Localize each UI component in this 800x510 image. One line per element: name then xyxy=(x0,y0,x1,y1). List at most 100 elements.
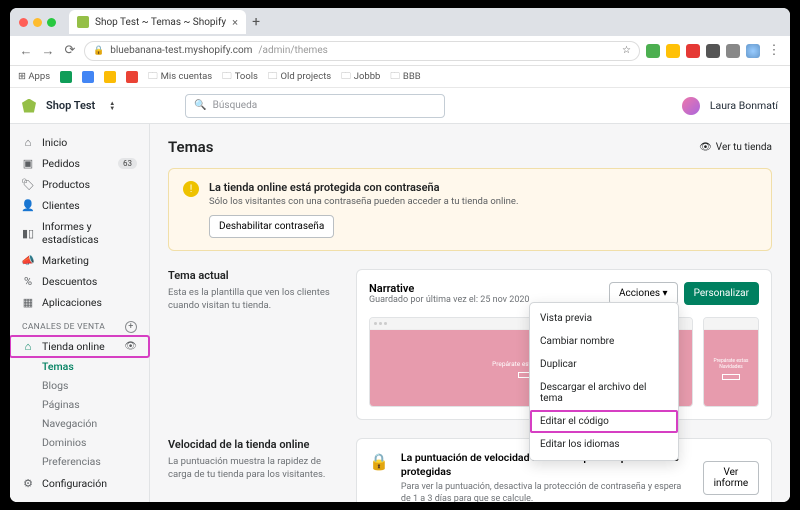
disable-password-button[interactable]: Deshabilitar contraseña xyxy=(209,215,334,238)
caret-down-icon: ▾ xyxy=(663,288,668,299)
forward-icon[interactable]: → xyxy=(40,43,56,59)
theme-saved: Guardado por última vez el: 25 nov 2020 xyxy=(369,295,530,305)
bookmarks-bar: ⊞ Apps 🗀Mis cuentas 🗀Tools 🗀Old projects… xyxy=(10,66,790,88)
subnav-navigation[interactable]: Navegación xyxy=(42,414,149,433)
browser-window: Shop Test ~ Temas ~ Shopify × + ← → ⟳ 🔒 … xyxy=(10,8,790,502)
extension-icon[interactable] xyxy=(726,44,740,58)
home-icon: ⌂ xyxy=(22,136,34,149)
sidebar: ⌂Inicio ▣Pedidos63 🏷Productos 👤Clientes … xyxy=(10,124,150,502)
warning-icon: ! xyxy=(183,181,199,197)
shopify-logo-icon xyxy=(22,99,36,113)
close-window-icon[interactable] xyxy=(19,18,28,27)
address-bar[interactable]: 🔒 bluebanana-test.myshopify.com/admin/th… xyxy=(84,41,640,61)
tab-close-icon[interactable]: × xyxy=(232,16,238,29)
sidebar-item-apps[interactable]: ▦Aplicaciones xyxy=(10,292,149,313)
back-icon[interactable]: ← xyxy=(18,43,34,59)
sidebar-item-discounts[interactable]: %Descuentos xyxy=(10,271,149,292)
analytics-icon: ▮▯ xyxy=(22,227,34,240)
reload-icon[interactable]: ⟳ xyxy=(62,43,78,58)
url-path: /admin/themes xyxy=(258,45,327,56)
minimize-window-icon[interactable] xyxy=(33,18,42,27)
dropdown-download-theme[interactable]: Descargar el archivo del tema xyxy=(530,376,678,410)
sidebar-item-marketing[interactable]: 📣Marketing xyxy=(10,250,149,271)
extension-icon[interactable] xyxy=(706,44,720,58)
shopify-favicon-icon xyxy=(77,16,89,28)
dropdown-edit-languages[interactable]: Editar los idiomas xyxy=(530,433,678,456)
sidebar-item-online-store[interactable]: ⌂ Tienda online 👁 xyxy=(10,336,149,357)
theme-card: Narrative Guardado por última vez el: 25… xyxy=(356,269,772,420)
view-report-button[interactable]: Ver informe xyxy=(703,461,759,495)
dropdown-rename[interactable]: Cambiar nombre xyxy=(530,330,678,353)
banner-title: La tienda online está protegida con cont… xyxy=(209,181,518,194)
bookmark-icon[interactable] xyxy=(82,71,94,83)
megaphone-icon: 📣 xyxy=(22,254,34,267)
tab-title: Shop Test ~ Temas ~ Shopify xyxy=(95,17,226,28)
speed-desc: La puntuación muestra la rapidez de carg… xyxy=(168,455,338,482)
window-controls[interactable] xyxy=(10,12,65,33)
current-theme-desc: Esta es la plantilla que ven los cliente… xyxy=(168,286,338,313)
kebab-menu-icon[interactable]: ⋮ xyxy=(766,43,782,58)
extension-icon[interactable] xyxy=(666,44,680,58)
banner-body: Sólo los visitantes con una contraseña p… xyxy=(209,196,518,207)
store-icon: ⌂ xyxy=(22,340,34,353)
password-banner: ! La tienda online está protegida con co… xyxy=(168,168,772,251)
subnav-domains[interactable]: Dominios xyxy=(42,433,149,452)
subnav-themes[interactable]: Temas xyxy=(42,357,149,376)
bookmark-icon[interactable] xyxy=(104,71,116,83)
bookmark-folder[interactable]: 🗀BBB xyxy=(390,69,420,85)
new-tab-button[interactable]: + xyxy=(246,14,266,30)
tag-icon: 🏷 xyxy=(22,178,34,191)
orders-badge: 63 xyxy=(118,158,137,169)
extension-icon[interactable] xyxy=(646,44,660,58)
theme-name: Narrative xyxy=(369,282,530,295)
user-name[interactable]: Laura Bonmatí xyxy=(710,99,778,112)
dropdown-preview[interactable]: Vista previa xyxy=(530,307,678,330)
browser-tab[interactable]: Shop Test ~ Temas ~ Shopify × xyxy=(69,10,246,34)
dropdown-duplicate[interactable]: Duplicar xyxy=(530,353,678,376)
sidebar-item-analytics[interactable]: ▮▯Informes y estadísticas xyxy=(10,216,149,250)
actions-dropdown: Vista previa Cambiar nombre Duplicar Des… xyxy=(529,302,679,461)
mobile-preview: Prepárate estas Navidades xyxy=(703,317,759,407)
sidebar-channels-header: CANALES DE VENTA + xyxy=(10,313,149,336)
search-input[interactable]: 🔍 Búsqueda xyxy=(185,94,445,118)
profile-avatar-icon[interactable] xyxy=(746,44,760,58)
view-store-link[interactable]: 👁Ver tu tienda xyxy=(699,142,772,153)
sidebar-item-products[interactable]: 🏷Productos xyxy=(10,174,149,195)
eye-icon: 👁 xyxy=(699,142,712,153)
avatar[interactable] xyxy=(682,97,700,115)
bookmark-folder[interactable]: 🗀Old projects xyxy=(268,69,331,85)
subnav-preferences[interactable]: Preferencias xyxy=(42,452,149,471)
discount-icon: % xyxy=(22,275,34,288)
online-store-subnav: Temas Blogs Páginas Navegación Dominios … xyxy=(10,357,149,471)
bookmark-icon[interactable] xyxy=(126,71,138,83)
star-icon[interactable]: ☆ xyxy=(622,45,631,56)
apps-icon: ▦ xyxy=(22,296,34,309)
eye-icon[interactable]: 👁 xyxy=(124,341,137,352)
store-switcher-icon[interactable]: ▲▼ xyxy=(109,101,115,111)
shopify-admin: Shop Test ▲▼ 🔍 Búsqueda Laura Bonmatí ⌂I… xyxy=(10,88,790,502)
speed-card-body: Para ver la puntuación, desactiva la pro… xyxy=(401,481,691,502)
lock-icon: 🔒 xyxy=(93,46,104,56)
apps-button[interactable]: ⊞ Apps xyxy=(18,71,50,82)
bookmark-icon[interactable] xyxy=(60,71,72,83)
sidebar-item-orders[interactable]: ▣Pedidos63 xyxy=(10,153,149,174)
sidebar-item-home[interactable]: ⌂Inicio xyxy=(10,132,149,153)
bookmark-folder[interactable]: 🗀Jobbb xyxy=(341,69,380,85)
extension-icon[interactable] xyxy=(686,44,700,58)
add-channel-button[interactable]: + xyxy=(125,321,137,333)
maximize-window-icon[interactable] xyxy=(47,18,56,27)
customize-button[interactable]: Personalizar xyxy=(684,282,759,305)
bookmark-folder[interactable]: 🗀Tools xyxy=(222,69,258,85)
dropdown-edit-code[interactable]: Editar el código xyxy=(530,410,678,433)
app-topbar: Shop Test ▲▼ 🔍 Búsqueda Laura Bonmatí xyxy=(10,88,790,124)
speed-heading: Velocidad de la tienda online xyxy=(168,438,338,451)
page-title: Temas xyxy=(168,138,213,156)
search-icon: 🔍 xyxy=(194,100,206,111)
sidebar-item-settings[interactable]: ⚙Configuración xyxy=(10,473,149,494)
bookmark-folder[interactable]: 🗀Mis cuentas xyxy=(148,69,212,85)
current-theme-heading: Tema actual xyxy=(168,269,338,282)
subnav-blogs[interactable]: Blogs xyxy=(42,376,149,395)
shop-name[interactable]: Shop Test xyxy=(46,99,95,112)
subnav-pages[interactable]: Páginas xyxy=(42,395,149,414)
sidebar-item-customers[interactable]: 👤Clientes xyxy=(10,195,149,216)
